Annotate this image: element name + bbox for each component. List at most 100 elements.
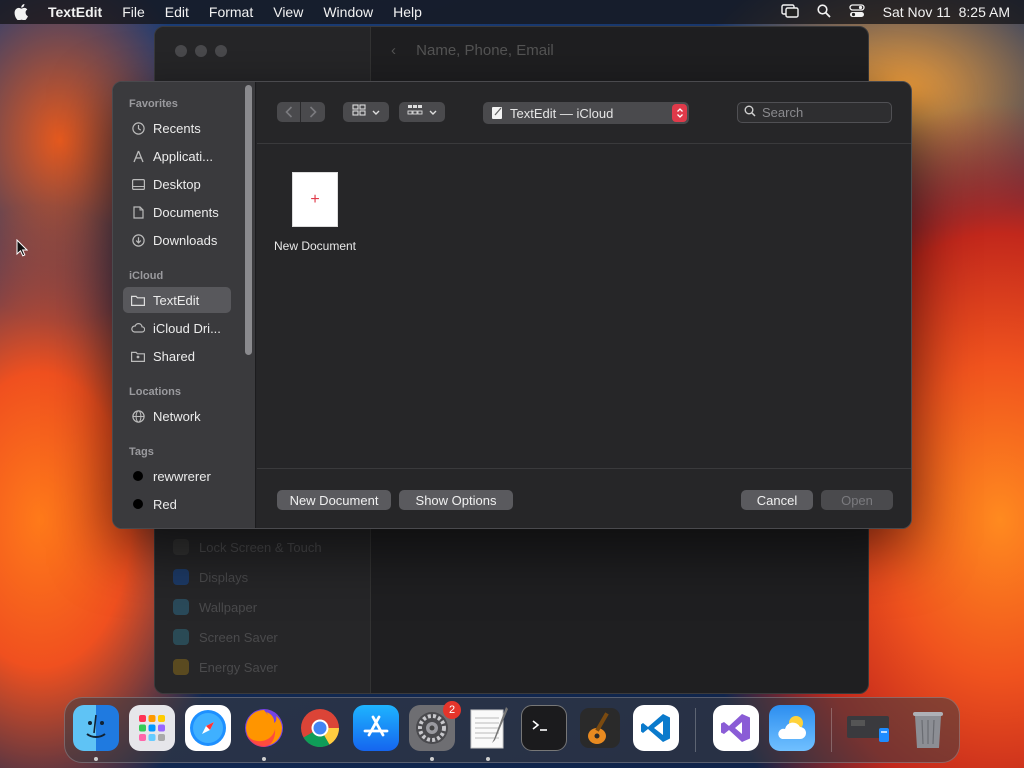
file-item-new-document[interactable]: + New Document [271, 172, 359, 253]
safari-icon[interactable] [185, 705, 231, 751]
system-settings-icon[interactable]: 2 [409, 701, 461, 751]
trash-icon[interactable] [905, 705, 951, 751]
wallpaper-icon [173, 599, 189, 615]
sidebar-item-downloads[interactable]: Downloads [123, 227, 231, 253]
spotlight-search-icon[interactable] [817, 3, 831, 21]
vscode-icon[interactable] [633, 705, 679, 751]
menu-format[interactable]: Format [209, 4, 253, 20]
sidebar-item-applications[interactable]: Applicati... [123, 143, 231, 169]
applications-icon [131, 149, 145, 163]
mouse-pointer-icon [16, 238, 29, 262]
running-indicator [486, 757, 490, 761]
menu-bar: TextEdit File Edit Format View Window He… [0, 0, 1024, 24]
menu-edit[interactable]: Edit [165, 4, 189, 20]
terminal-icon[interactable] [521, 705, 567, 751]
sidebar-item-textedit[interactable]: TextEdit [123, 287, 231, 313]
sidebar-section-favorites: Favorites [129, 98, 178, 110]
back-button[interactable] [277, 102, 301, 122]
chevron-down-icon [429, 103, 437, 121]
dialog-sidebar: Favorites Recents Applicati... Desktop D… [113, 82, 256, 528]
icon-grid-icon [352, 103, 366, 121]
sidebar-item-label: Recents [153, 120, 201, 136]
sidebar-section-locations: Locations [129, 386, 181, 398]
downloads-stack-icon[interactable] [845, 705, 891, 751]
location-label: TextEdit — iCloud [510, 105, 614, 121]
new-document-button[interactable]: New Document [277, 490, 391, 510]
minimize-window-icon [195, 45, 207, 57]
group-by-button[interactable] [399, 102, 445, 122]
menu-help[interactable]: Help [393, 4, 422, 20]
menu-window[interactable]: Window [323, 4, 373, 20]
location-stepper-icon [672, 104, 687, 122]
sidebar-item-label: Shared [153, 348, 195, 364]
bg-sidebar-item: Energy Saver [173, 659, 278, 675]
sidebar-item-label: Red [153, 496, 177, 512]
search-input[interactable] [762, 105, 882, 120]
sidebar-item-icloud-drive[interactable]: iCloud Dri... [123, 315, 231, 341]
search-icon [744, 105, 756, 120]
close-window-icon [175, 45, 187, 57]
menu-view[interactable]: View [273, 4, 303, 20]
sidebar-scrollbar[interactable] [245, 85, 252, 355]
bg-sidebar-item: Displays [173, 569, 248, 585]
dock-separator [695, 708, 696, 752]
sidebar-item-network[interactable]: Network [123, 403, 231, 429]
lock-screen-icon [173, 539, 189, 555]
document-icon [131, 205, 145, 219]
textedit-icon[interactable] [465, 705, 511, 751]
control-center-icon[interactable] [848, 3, 865, 21]
apple-menu-icon[interactable] [14, 4, 28, 20]
tag-dot-icon [133, 499, 143, 509]
screen-mirroring-icon[interactable] [780, 3, 799, 21]
view-mode-button[interactable] [343, 102, 389, 122]
sidebar-item-label: Network [153, 408, 201, 424]
dock: 2 [64, 697, 960, 763]
displays-icon [173, 569, 189, 585]
app-store-icon[interactable] [353, 705, 399, 751]
background-window-header: ‹ Name, Phone, Email [391, 42, 554, 59]
bg-sidebar-label: Displays [199, 569, 249, 585]
sidebar-item-label: Downloads [153, 232, 218, 248]
background-window-title: Name, Phone, Email [416, 42, 554, 59]
search-field[interactable] [737, 102, 892, 123]
weather-icon[interactable] [769, 705, 815, 751]
sidebar-item-label: TextEdit [153, 292, 200, 308]
launchpad-icon[interactable] [129, 705, 175, 751]
shared-folder-icon [131, 349, 145, 363]
sidebar-tag-red[interactable]: Red [123, 491, 231, 517]
sidebar-item-documents[interactable]: Documents [123, 199, 231, 225]
globe-icon [131, 409, 145, 423]
firefox-icon[interactable] [241, 705, 287, 751]
sidebar-tag-rewwrerer[interactable]: rewwrerer [123, 463, 231, 489]
bg-sidebar-item: Screen Saver [173, 629, 278, 645]
open-button[interactable]: Open [821, 490, 893, 510]
forward-button[interactable] [301, 102, 325, 122]
sidebar-item-recents[interactable]: Recents [123, 115, 231, 141]
garageband-icon[interactable] [577, 705, 623, 751]
menu-file[interactable]: File [122, 4, 145, 20]
group-grid-icon [407, 103, 423, 121]
app-name-menu[interactable]: TextEdit [48, 4, 102, 20]
location-popup[interactable]: TextEdit — iCloud [483, 102, 689, 124]
menu-bar-clock[interactable]: Sat Nov 11 8:25 AM [883, 4, 1010, 20]
sidebar-section-icloud: iCloud [129, 270, 164, 282]
screen-saver-icon [173, 629, 189, 645]
sidebar-item-label: Applicati... [153, 148, 213, 164]
show-options-button[interactable]: Show Options [399, 490, 513, 510]
bg-sidebar-label: Lock Screen & Touch [199, 539, 322, 555]
sidebar-item-label: rewwrerer [153, 468, 211, 484]
desktop-icon [131, 177, 145, 191]
cancel-button[interactable]: Cancel [741, 490, 813, 510]
sidebar-item-desktop[interactable]: Desktop [123, 171, 231, 197]
sidebar-item-label: iCloud Dri... [153, 320, 221, 336]
bg-sidebar-item: Lock Screen & Touch [173, 539, 322, 555]
finder-icon[interactable] [73, 705, 119, 751]
chrome-icon[interactable] [297, 705, 343, 751]
visual-studio-icon[interactable] [713, 705, 759, 751]
sidebar-item-shared[interactable]: Shared [123, 343, 231, 369]
dialog-toolbar: TextEdit — iCloud [257, 82, 911, 144]
cloud-icon [131, 321, 145, 335]
new-document-thumbnail[interactable]: + [292, 172, 338, 227]
plus-icon: + [310, 190, 320, 208]
chevron-down-icon [372, 103, 380, 121]
